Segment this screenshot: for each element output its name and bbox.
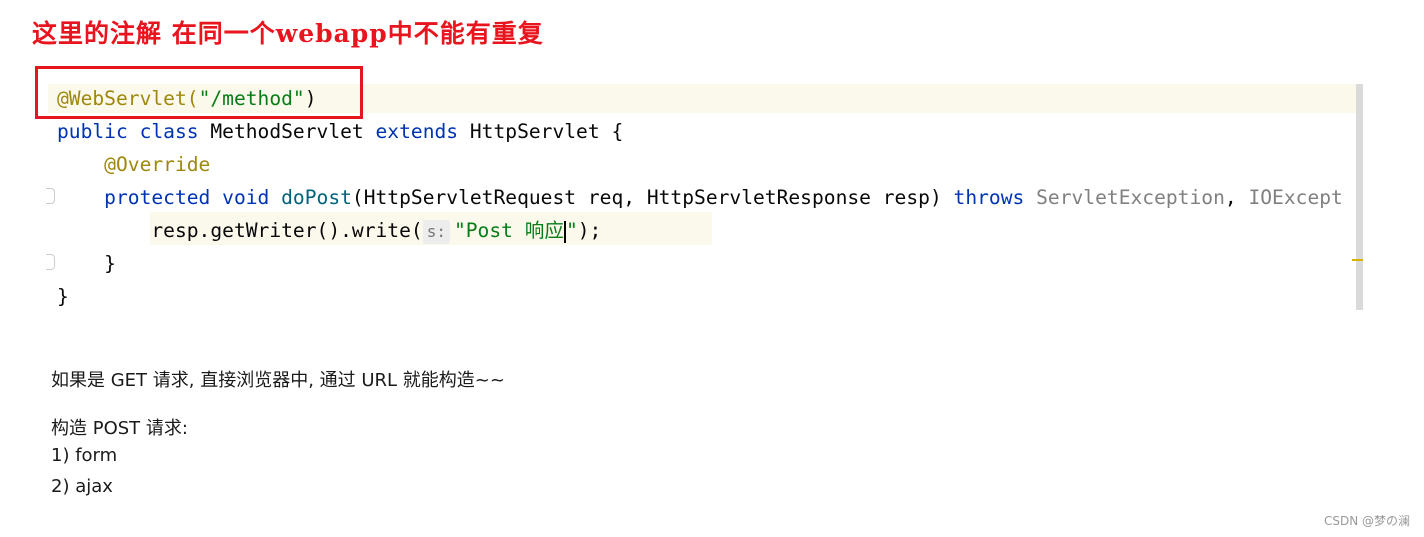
code-token: @Override <box>57 153 211 176</box>
code-token: HttpServlet { <box>469 120 624 143</box>
fold-end-icon[interactable] <box>46 254 55 270</box>
code-line: } <box>57 247 1343 280</box>
code-token: } <box>57 285 69 308</box>
code-token: doPost <box>281 186 352 209</box>
annotation-highlight-box <box>35 66 363 119</box>
code-token: (HttpServletRequest req, HttpServletResp… <box>351 186 954 209</box>
code-token: IOExcept <box>1248 186 1343 209</box>
code-line: public class MethodServlet extends HttpS… <box>57 115 1343 148</box>
code-token: ServletException <box>1036 186 1225 209</box>
code-token: extends <box>375 120 470 143</box>
code-token: MethodServlet <box>210 120 376 143</box>
heading-annotation-note: 这里的注解 在同一个webapp中不能有重复 <box>32 19 544 48</box>
note-line: 2) ajax <box>51 476 113 497</box>
scrollbar-marker <box>1352 259 1363 261</box>
code-token: "Post 响应 <box>453 219 564 242</box>
code-token: " <box>565 219 578 242</box>
watermark: CSDN @梦の澜 <box>1323 514 1410 528</box>
fold-icon[interactable] <box>46 188 55 204</box>
code-token: protected void <box>57 186 282 209</box>
code-token: throws <box>953 186 1037 209</box>
code-line: protected void doPost(HttpServletRequest… <box>57 181 1343 214</box>
code-token: ); <box>577 219 602 242</box>
code-line: } <box>57 280 1343 313</box>
note-line: 构造 POST 请求: <box>51 418 188 439</box>
note-line: 如果是 GET 请求, 直接浏览器中, 通过 URL 就能构造~~ <box>51 370 505 391</box>
editor-scrollbar[interactable] <box>1356 84 1363 310</box>
code-line: resp.getWriter().write(s: "Post 响应 "); <box>57 214 1343 247</box>
code-token: resp.getWriter().write( <box>57 219 423 242</box>
code-token: } <box>57 252 116 275</box>
code-token: public class <box>57 120 211 143</box>
code-line: @Override <box>57 148 1343 181</box>
code-token: , <box>1224 186 1249 209</box>
parameter-hint: s: <box>422 220 450 244</box>
note-line: 1) form <box>51 445 118 466</box>
